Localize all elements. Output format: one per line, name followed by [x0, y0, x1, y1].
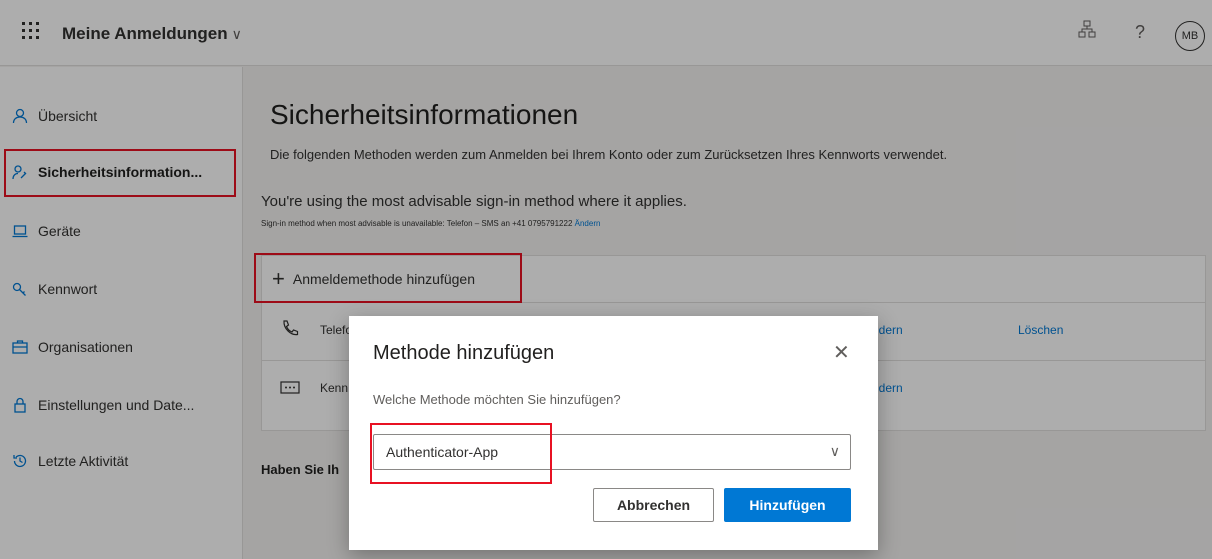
add-method-dialog: Methode hinzufügen ✕ Welche Methode möch…: [349, 316, 878, 550]
chevron-down-icon: ∨: [829, 443, 840, 459]
close-icon[interactable]: ✕: [833, 340, 850, 365]
add-button[interactable]: Hinzufügen: [724, 488, 851, 522]
dialog-title: Methode hinzufügen: [373, 342, 555, 364]
highlight-box: [370, 423, 552, 484]
cancel-button[interactable]: Abbrechen: [593, 488, 714, 522]
dialog-question: Welche Methode möchten Sie hinzufügen?: [373, 392, 621, 407]
